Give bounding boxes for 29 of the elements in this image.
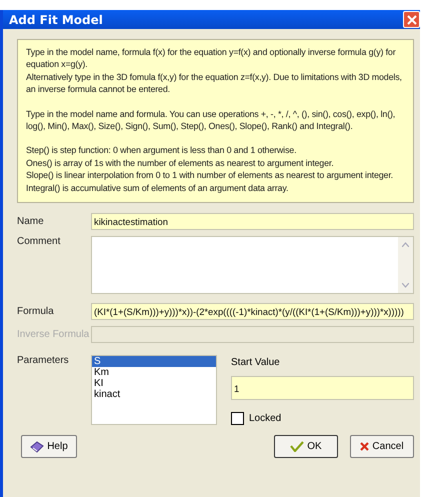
- checkbox-label: Locked: [249, 413, 282, 424]
- help-text: Type in the model name, formula f(x) for the equation y=f(x) and optionally inverse formula g(y) for equation x=g(y). Alternatively type in the 3D fomula f(x,y) for the equation z=f(x,y). Due to limitations with 3D models, an inverse formula cannot be entered.: [26, 46, 403, 96]
- close-button[interactable]: [403, 11, 420, 28]
- field-label: Inverse Formula: [17, 329, 90, 340]
- cancel-button[interactable]: Cancel: [350, 435, 414, 458]
- list-item[interactable]: kinact: [92, 389, 216, 400]
- input-field[interactable]: kikinactestimation: [91, 213, 414, 230]
- field-label: Start Value: [231, 357, 281, 368]
- ok-button[interactable]: OK: [274, 435, 338, 458]
- cross-icon: [360, 442, 370, 452]
- field-label: Comment: [17, 236, 62, 248]
- close-icon: [406, 14, 416, 24]
- list-item[interactable]: KI: [92, 378, 216, 390]
- field-label: Formula: [17, 306, 55, 318]
- help-text: Step() is step function: 0 when argument is less than 0 and 1 otherwise. Ones() is array of 1s with the number of elements as nearest to argument integer. Slope() is linear interpolation from 0 to 1 with number of elements as nearest to argument integer. Integral() is accumulative sum of elements of an argument data array.: [26, 144, 394, 194]
- check-icon: [290, 441, 304, 452]
- list-item[interactable]: S: [92, 356, 216, 368]
- input-field[interactable]: 1: [231, 376, 414, 400]
- scroll-bar[interactable]: [398, 237, 413, 294]
- book-icon: [30, 440, 44, 453]
- field-label: Name: [17, 216, 45, 228]
- checkbox[interactable]: [231, 412, 244, 426]
- help-text: Type in the model name and formula. You can use operations +, -, *, /, ^, (), sin(), cos(), exp(), ln(), log(), Min(), Max(), Size(), Sign(), Sum(), Step(), Ones(), Slope(), Rank() and Integral().: [26, 108, 396, 132]
- input-field[interactable]: (KI*(1+(S/Km)))+y)))*x))-(2*exp((((-1)*kinact)*(y/((KI*(1+(S/Km)))+y)))*x))))): [91, 303, 414, 320]
- field-label: Parameters: [17, 355, 70, 368]
- list-item[interactable]: Km: [92, 367, 216, 378]
- window-title: Add Fit Model: [9, 12, 103, 26]
- help-button[interactable]: Help: [21, 435, 77, 458]
- comment-field[interactable]: [91, 236, 414, 294]
